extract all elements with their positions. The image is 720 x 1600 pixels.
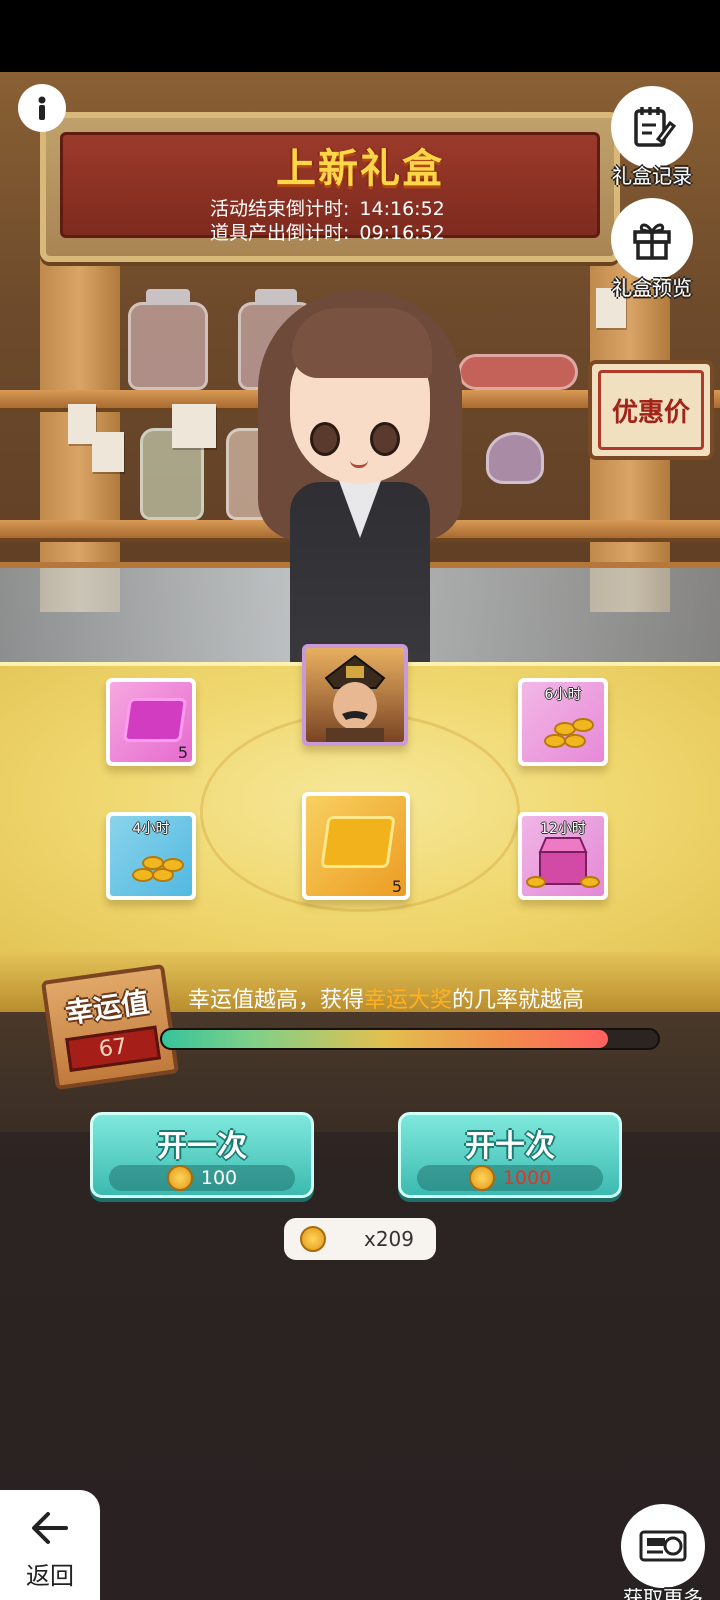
prize-general-portrait[interactable] xyxy=(302,644,408,746)
luck-progress-bar xyxy=(160,1028,660,1050)
coin-balance: x209 xyxy=(284,1218,436,1260)
event-end-value: 14:16:52 xyxy=(359,198,445,220)
coupon-icon xyxy=(639,1530,687,1562)
coin-icon xyxy=(468,1165,495,1191)
get-more-label: 获取更多 xyxy=(623,1586,703,1600)
prize-art xyxy=(306,648,404,742)
candy-pile xyxy=(458,354,578,390)
event-end-label: 活动结束倒计时: xyxy=(210,198,350,220)
paper-note xyxy=(172,404,216,448)
luck-description: 幸运值越高，获得幸运大奖的几率就越高 xyxy=(188,982,584,1014)
open-once-label: 开一次 xyxy=(157,1129,247,1164)
prize-coins-6h[interactable]: 6小时 xyxy=(518,678,608,766)
open-once-cost: 100 xyxy=(109,1165,295,1191)
gift-preview-button[interactable]: 礼盒预览 xyxy=(610,198,694,301)
prize-gold-ticket[interactable]: 5 xyxy=(302,792,410,900)
gift-records-label: 礼盒记录 xyxy=(612,164,692,188)
prize-duration-tag: 4小时 xyxy=(132,821,170,837)
coin-pile-icon xyxy=(538,714,598,750)
candy-jar xyxy=(128,289,208,390)
sale-sign-text: 优惠价 xyxy=(598,370,704,450)
coin-icon xyxy=(300,1226,326,1252)
item-output-label: 道具产出倒计时: xyxy=(210,222,350,244)
character-eye xyxy=(310,422,340,456)
open-ten-cost-value: 1000 xyxy=(502,1167,552,1189)
ticket-icon xyxy=(122,698,188,742)
luck-progress-fill xyxy=(162,1030,609,1048)
event-end-countdown: 活动结束倒计时: 14:16:52 xyxy=(210,194,445,221)
luck-sign: 幸运值 67 xyxy=(40,963,180,1091)
character-bangs xyxy=(292,308,432,378)
item-output-countdown: 道具产出倒计时: 09:16:52 xyxy=(210,218,445,245)
prize-quantity: 5 xyxy=(177,743,188,762)
paper-note xyxy=(92,432,124,472)
get-more-button[interactable]: 获取更多 xyxy=(618,1504,708,1600)
gift-box-scene: 上新礼盒 活动结束倒计时: 14:16:52 道具产出倒计时: 09:16:52 礼… xyxy=(0,72,720,1600)
prize-chest-12h[interactable]: 12小时 xyxy=(518,812,608,900)
general-portrait-icon xyxy=(324,654,386,742)
ticket-icon xyxy=(320,816,396,868)
gift-icon xyxy=(633,223,671,260)
prize-coins-4h[interactable]: 4小时 xyxy=(106,812,196,900)
info-icon xyxy=(38,96,46,120)
sale-sign: 优惠价 xyxy=(588,360,714,460)
coin-balance-value: x209 xyxy=(364,1227,415,1251)
open-ten-button[interactable]: 开十次 1000 xyxy=(398,1112,622,1198)
coin-pile-icon xyxy=(126,848,186,884)
records-notepad-icon xyxy=(634,107,676,147)
luck-value: 67 xyxy=(65,1025,161,1073)
status-bar xyxy=(0,0,720,72)
prize-duration-tag: 12小时 xyxy=(540,821,586,837)
character-eye xyxy=(370,422,400,456)
gift-records-button[interactable]: 礼盒记录 xyxy=(610,86,694,189)
prize-duration-tag: 6小时 xyxy=(544,687,582,703)
luck-desc-highlight: 幸运大奖 xyxy=(364,988,453,1013)
coin-icon xyxy=(166,1165,193,1191)
arrow-left-icon xyxy=(32,1512,68,1544)
gift-preview-label: 礼盒预览 xyxy=(612,276,692,300)
open-ten-cost: 1000 xyxy=(417,1165,603,1191)
item-output-value: 09:16:52 xyxy=(359,222,445,244)
back-button[interactable]: 返回 xyxy=(0,1490,100,1600)
prize-quantity: 5 xyxy=(391,877,402,896)
info-button[interactable] xyxy=(18,84,66,132)
open-ten-label: 开十次 xyxy=(465,1129,555,1164)
luck-desc-prefix: 幸运值越高，获得 xyxy=(188,988,365,1013)
prize-pink-ticket[interactable]: 5 xyxy=(106,678,196,766)
luck-desc-suffix: 的几率就越高 xyxy=(452,988,585,1013)
open-once-button[interactable]: 开一次 100 xyxy=(90,1112,314,1198)
candy-bowl xyxy=(486,432,544,484)
open-once-cost-value: 100 xyxy=(200,1167,238,1189)
back-label: 返回 xyxy=(26,1562,74,1590)
